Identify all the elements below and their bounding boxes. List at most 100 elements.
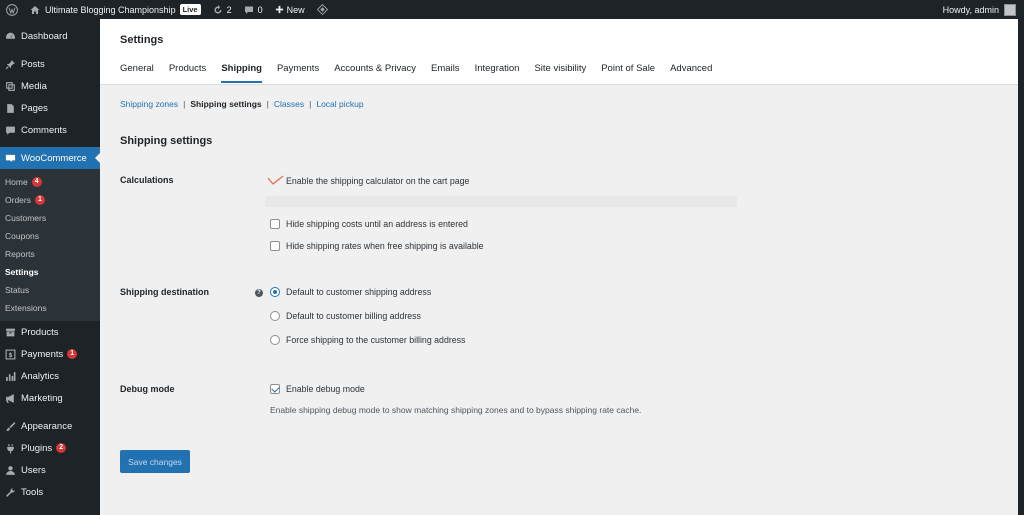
sidebar-subitem-reports[interactable]: Reports xyxy=(0,245,100,263)
home-icon xyxy=(30,5,40,15)
destination-option-billing[interactable]: Default to customer billing address xyxy=(270,311,421,321)
sidebar-item-woocommerce[interactable]: WooCommerce xyxy=(0,147,100,169)
destination-billing-radio[interactable] xyxy=(270,311,280,321)
tab-integration[interactable]: Integration xyxy=(475,63,520,83)
section-title: Shipping settings xyxy=(120,135,213,147)
site-name-link[interactable]: Ultimate Blogging Championship Live xyxy=(24,0,207,19)
sidebar-subitem-coupons[interactable]: Coupons xyxy=(0,227,100,245)
save-changes-button[interactable]: Save changes xyxy=(120,450,190,473)
media-icon xyxy=(5,81,16,92)
sidebar-item-marketing[interactable]: Marketing xyxy=(0,387,100,409)
sidebar-item-label: Media xyxy=(21,80,47,92)
sidebar-item-tools[interactable]: Tools xyxy=(0,481,100,503)
plugins-notification-badge: 2 xyxy=(56,443,67,453)
tab-payments[interactable]: Payments xyxy=(277,63,319,83)
sidebar-item-label: Marketing xyxy=(21,392,63,404)
sidebar-subitem-customers[interactable]: Customers xyxy=(0,209,100,227)
subnav-classes[interactable]: Classes xyxy=(274,99,304,109)
subnav-shipping-zones[interactable]: Shipping zones xyxy=(120,99,178,109)
user-icon xyxy=(5,465,16,476)
option-label: Enable debug mode xyxy=(286,384,365,394)
destination-option-shipping[interactable]: Default to customer shipping address xyxy=(270,287,431,297)
calc-option-shipping-calculator[interactable]: Enable the shipping calculator on the ca… xyxy=(267,175,470,187)
my-account[interactable]: Howdy, admin xyxy=(942,3,1024,16)
sidebar-item-pages[interactable]: Pages xyxy=(0,97,100,119)
tab-emails[interactable]: Emails xyxy=(431,63,460,83)
sidebar-subitem-label: Reports xyxy=(5,249,35,259)
comments-link[interactable]: 0 xyxy=(238,0,269,19)
destination-force-billing-radio[interactable] xyxy=(270,335,280,345)
sidebar-subitem-extensions[interactable]: Extensions xyxy=(0,299,100,317)
sidebar-subitem-settings[interactable]: Settings xyxy=(0,263,100,281)
sidebar-item-media[interactable]: Media xyxy=(0,75,100,97)
wrench-icon xyxy=(5,487,16,498)
woocommerce-diamond-icon[interactable] xyxy=(311,0,334,19)
sidebar-item-comments[interactable]: Comments xyxy=(0,119,100,141)
sidebar-item-plugins[interactable]: Plugins 2 xyxy=(0,437,100,459)
new-label: New xyxy=(286,4,305,15)
subnav-separator: | xyxy=(309,99,312,109)
plus-icon xyxy=(275,5,284,14)
sidebar-subitem-orders[interactable]: Orders 1 xyxy=(0,191,100,209)
destination-shipping-radio[interactable] xyxy=(270,287,280,297)
hide-costs-checkbox[interactable] xyxy=(270,219,280,229)
orders-notification-badge: 1 xyxy=(34,195,45,205)
tab-point-of-sale[interactable]: Point of Sale xyxy=(601,63,655,83)
new-content-link[interactable]: New xyxy=(269,0,311,19)
products-archive-icon xyxy=(5,327,16,338)
subnav-local-pickup[interactable]: Local pickup xyxy=(316,99,363,109)
shipping-destination-label: Shipping destination xyxy=(120,287,209,297)
sidebar-item-payments[interactable]: $ Payments 1 xyxy=(0,343,100,365)
live-badge: Live xyxy=(179,4,201,15)
calculations-label: Calculations xyxy=(120,175,174,185)
wordpress-logo-icon[interactable] xyxy=(0,0,24,19)
svg-text:$: $ xyxy=(8,351,12,358)
sidebar-item-label: Comments xyxy=(21,124,67,136)
tab-shipping[interactable]: Shipping xyxy=(221,63,262,83)
destination-option-force-billing[interactable]: Force shipping to the customer billing a… xyxy=(270,335,465,345)
sidebar-item-analytics[interactable]: Analytics xyxy=(0,365,100,387)
highlight-band xyxy=(265,196,737,207)
updates-count: 2 xyxy=(226,4,232,15)
window-edge xyxy=(1018,19,1024,515)
sidebar-item-appearance[interactable]: Appearance xyxy=(0,415,100,437)
admin-sidebar: Dashboard Posts Media Pages Comments Woo… xyxy=(0,19,100,515)
sidebar-subitem-label: Orders xyxy=(5,195,31,205)
subnav-shipping-settings[interactable]: Shipping settings xyxy=(190,99,261,109)
tab-general[interactable]: General xyxy=(120,63,154,83)
debug-option[interactable]: Enable debug mode xyxy=(270,384,365,394)
tab-site-visibility[interactable]: Site visibility xyxy=(534,63,586,83)
sidebar-item-label: Tools xyxy=(21,486,44,498)
option-label: Enable the shipping calculator on the ca… xyxy=(286,176,470,186)
option-label: Default to customer billing address xyxy=(286,311,421,321)
avatar xyxy=(1004,3,1016,16)
shipping-subnav: Shipping zones | Shipping settings | Cla… xyxy=(100,85,1018,109)
comments-count: 0 xyxy=(257,4,263,15)
sidebar-subitem-label: Home xyxy=(5,177,28,187)
hide-rates-checkbox[interactable] xyxy=(270,241,280,251)
sidebar-subitem-home[interactable]: Home 4 xyxy=(0,173,100,191)
sidebar-item-users[interactable]: Users xyxy=(0,459,100,481)
sidebar-subitem-status[interactable]: Status xyxy=(0,281,100,299)
woocommerce-submenu: Home 4 Orders 1 Customers Coupons Report… xyxy=(0,169,100,321)
sidebar-item-posts[interactable]: Posts xyxy=(0,53,100,75)
updates-link[interactable]: 2 xyxy=(207,0,238,19)
sidebar-item-dashboard[interactable]: Dashboard xyxy=(0,25,100,47)
sidebar-item-label: Posts xyxy=(21,58,45,70)
sidebar-subitem-label: Status xyxy=(5,285,30,295)
sidebar-item-products[interactable]: Products xyxy=(0,321,100,343)
debug-mode-checkbox[interactable] xyxy=(270,384,280,394)
tab-products[interactable]: Products xyxy=(169,63,207,83)
tab-accounts-privacy[interactable]: Accounts & Privacy xyxy=(334,63,416,83)
plugin-icon xyxy=(5,443,16,454)
tab-advanced[interactable]: Advanced xyxy=(670,63,712,83)
calc-option-hide-costs[interactable]: Hide shipping costs until an address is … xyxy=(270,219,468,229)
option-label: Hide shipping costs until an address is … xyxy=(286,219,468,229)
option-label: Default to customer shipping address xyxy=(286,287,432,297)
help-icon[interactable]: ? xyxy=(255,289,263,297)
subnav-separator: | xyxy=(183,99,186,109)
howdy-text: Howdy, admin xyxy=(942,4,999,15)
calc-option-hide-rates[interactable]: Hide shipping rates when free shipping i… xyxy=(270,241,484,251)
pages-icon xyxy=(5,103,16,114)
debug-description: Enable shipping debug mode to show match… xyxy=(270,405,642,415)
